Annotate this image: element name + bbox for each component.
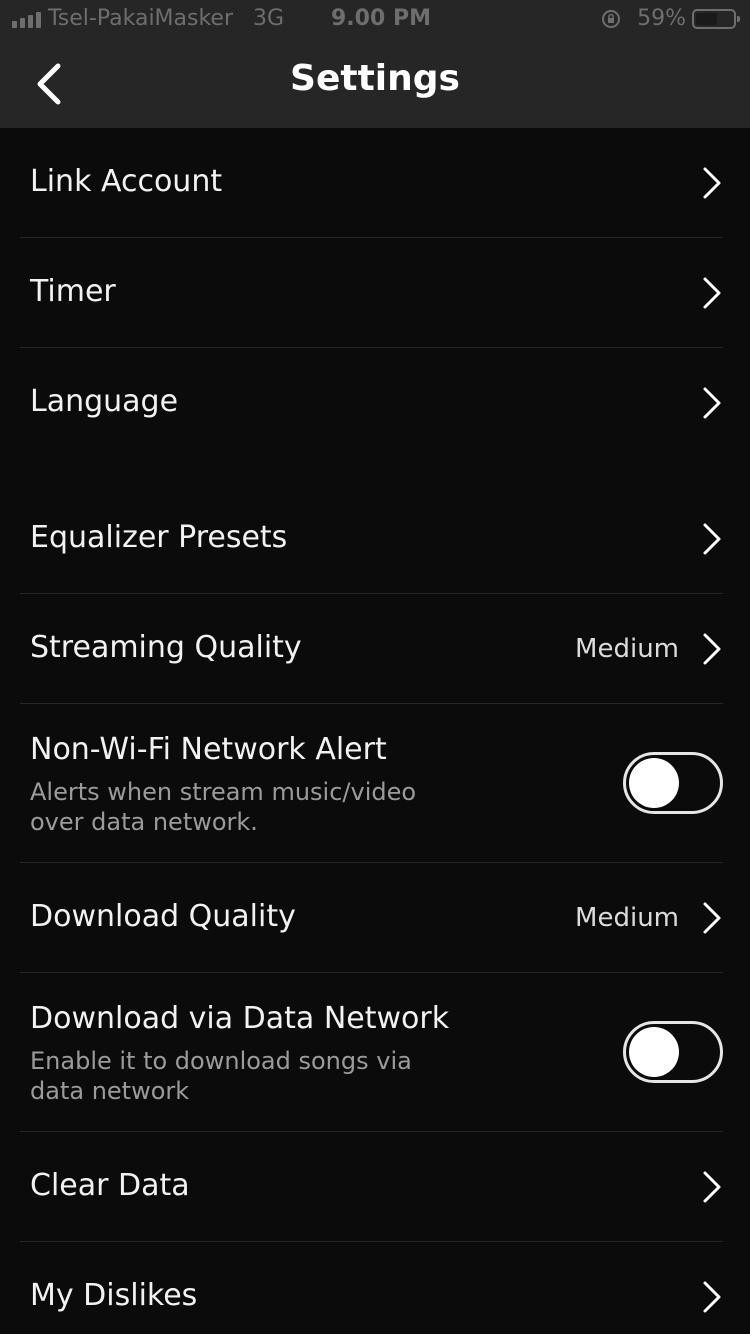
battery-icon	[692, 8, 740, 29]
chevron-right-icon	[703, 1281, 721, 1313]
battery-level	[696, 12, 717, 25]
setting-description: Alerts when stream music/video over data…	[30, 778, 417, 836]
status-time: 9.00 PM	[331, 6, 431, 31]
signal-strength-icon	[12, 10, 41, 28]
navigation-bar: Settings	[0, 40, 750, 128]
setting-label: Streaming Quality	[30, 630, 302, 665]
setting-label: Link Account	[30, 164, 223, 199]
streaming-quality-value: Medium	[575, 634, 679, 664]
setting-language[interactable]: Language	[20, 348, 723, 458]
toggle-knob	[629, 758, 679, 808]
setting-download-quality[interactable]: Download Quality Medium	[20, 863, 723, 973]
battery-percentage: 59%	[637, 6, 686, 31]
chevron-right-icon	[703, 167, 721, 199]
setting-label: Non-Wi-Fi Network Alert	[30, 732, 387, 767]
setting-my-dislikes[interactable]: My Dislikes	[20, 1242, 723, 1334]
status-bar: Tsel-PakaiMasker 3G 9.00 PM 59%	[0, 0, 750, 40]
rotation-lock-icon	[602, 9, 621, 28]
setting-download-via-data: Download via Data Network Enable it to d…	[20, 973, 723, 1132]
toggle-knob	[629, 1027, 679, 1077]
download-quality-value: Medium	[575, 903, 679, 933]
setting-description: Enable it to download songs via data net…	[30, 1047, 412, 1105]
chevron-right-icon	[703, 1171, 721, 1203]
setting-label: Download via Data Network	[30, 1001, 450, 1036]
chevron-right-icon	[703, 277, 721, 309]
non-wifi-alert-toggle[interactable]	[623, 752, 723, 814]
setting-link-account[interactable]: Link Account	[20, 128, 723, 238]
setting-clear-data[interactable]: Clear Data	[20, 1132, 723, 1242]
download-via-data-toggle[interactable]	[623, 1021, 723, 1083]
status-left: Tsel-PakaiMasker 3G	[12, 6, 284, 31]
network-type: 3G	[253, 6, 285, 31]
carrier-name: Tsel-PakaiMasker	[48, 6, 234, 31]
setting-streaming-quality[interactable]: Streaming Quality Medium	[20, 594, 723, 704]
chevron-right-icon	[703, 523, 721, 555]
chevron-right-icon	[703, 902, 721, 934]
setting-timer[interactable]: Timer	[20, 238, 723, 348]
status-right: 59%	[601, 6, 740, 31]
setting-label: My Dislikes	[30, 1278, 198, 1313]
settings-screen: Tsel-PakaiMasker 3G 9.00 PM 59% Settings	[0, 0, 750, 1334]
setting-label: Equalizer Presets	[30, 520, 288, 555]
chevron-right-icon	[703, 633, 721, 665]
chevron-right-icon	[703, 387, 721, 419]
setting-non-wifi-alert: Non-Wi-Fi Network Alert Alerts when stre…	[20, 704, 723, 863]
setting-label: Language	[30, 384, 179, 419]
setting-equalizer-presets[interactable]: Equalizer Presets	[20, 484, 723, 594]
page-title: Settings	[290, 58, 460, 99]
setting-label: Download Quality	[30, 899, 296, 934]
setting-label: Clear Data	[30, 1168, 190, 1203]
setting-label: Timer	[30, 274, 116, 309]
